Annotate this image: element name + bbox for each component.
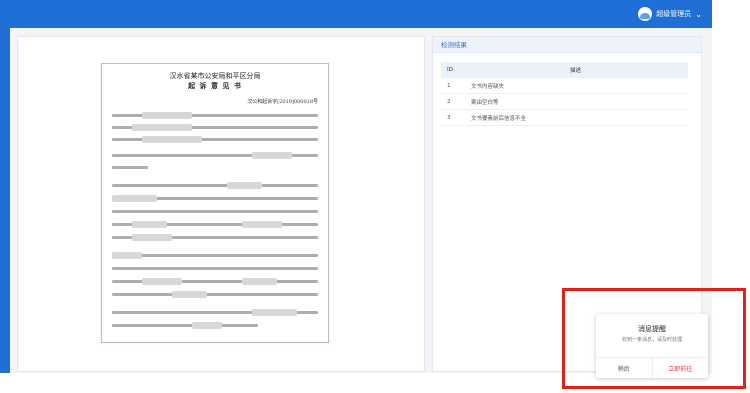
text-line [112,166,148,169]
redacted-block [142,278,182,285]
table-header: ID 描述 [441,62,688,78]
top-bar: 超级管理员 ⌄ [0,0,712,28]
redacted-block [242,278,277,285]
row-id: 2 [447,98,451,105]
row-id: 3 [447,114,451,121]
redacted-block [132,234,172,241]
document-title: 起 诉 意 见 书 [188,81,242,90]
row-desc: 案由空白等 [471,99,499,106]
text-line [112,210,318,213]
document-image: 汉水省某市公安局和平区分局 起 诉 意 见 书 汉公和起诉字[2019]0000… [101,63,329,343]
redacted-block [192,322,222,329]
text-line [112,254,318,257]
table-row[interactable]: 3 文书要素前后信息不全 [441,110,688,126]
chevron-down-icon: ⌄ [695,9,702,19]
redacted-block [112,252,142,259]
redacted-block [142,112,192,119]
redacted-block [142,136,202,143]
redacted-block [112,195,157,202]
text-line [112,267,318,270]
redacted-block [132,221,167,228]
redacted-block [132,124,192,131]
row-desc: 文书要素前后信息不全 [471,115,527,122]
redacted-block [252,152,292,159]
table-row[interactable]: 1 文书内容缺失 [441,78,688,94]
text-line [112,184,318,187]
document-number: 汉公和起诉字[2019]000018号 [247,99,318,105]
column-header-id: ID [447,66,453,73]
highlight-box [562,288,746,389]
row-desc: 文书内容缺失 [471,83,505,90]
text-line [112,324,258,327]
column-header-desc: 描述 [569,67,581,74]
left-rail [0,28,10,373]
user-menu[interactable]: 超级管理员 ⌄ [638,6,702,22]
table-row[interactable]: 2 案由空白等 [441,94,688,110]
avatar [638,7,653,21]
result-panel-title: 检测结果 [433,37,701,53]
redacted-block [242,221,282,228]
redacted-block [172,291,207,298]
row-id: 1 [447,82,451,89]
username: 超级管理员 [656,10,692,18]
result-table: ID 描述 1 文书内容缺失 2 案由空白等 3 文书要素前后信息不全 [441,62,688,126]
redacted-block [252,309,297,316]
redacted-block [227,182,262,189]
text-line [112,293,318,296]
document-agency: 汉水省某市公安局和平区分局 [169,72,261,80]
document-header: 汉水省某市公安局和平区分局 起 诉 意 见 书 [102,72,328,90]
